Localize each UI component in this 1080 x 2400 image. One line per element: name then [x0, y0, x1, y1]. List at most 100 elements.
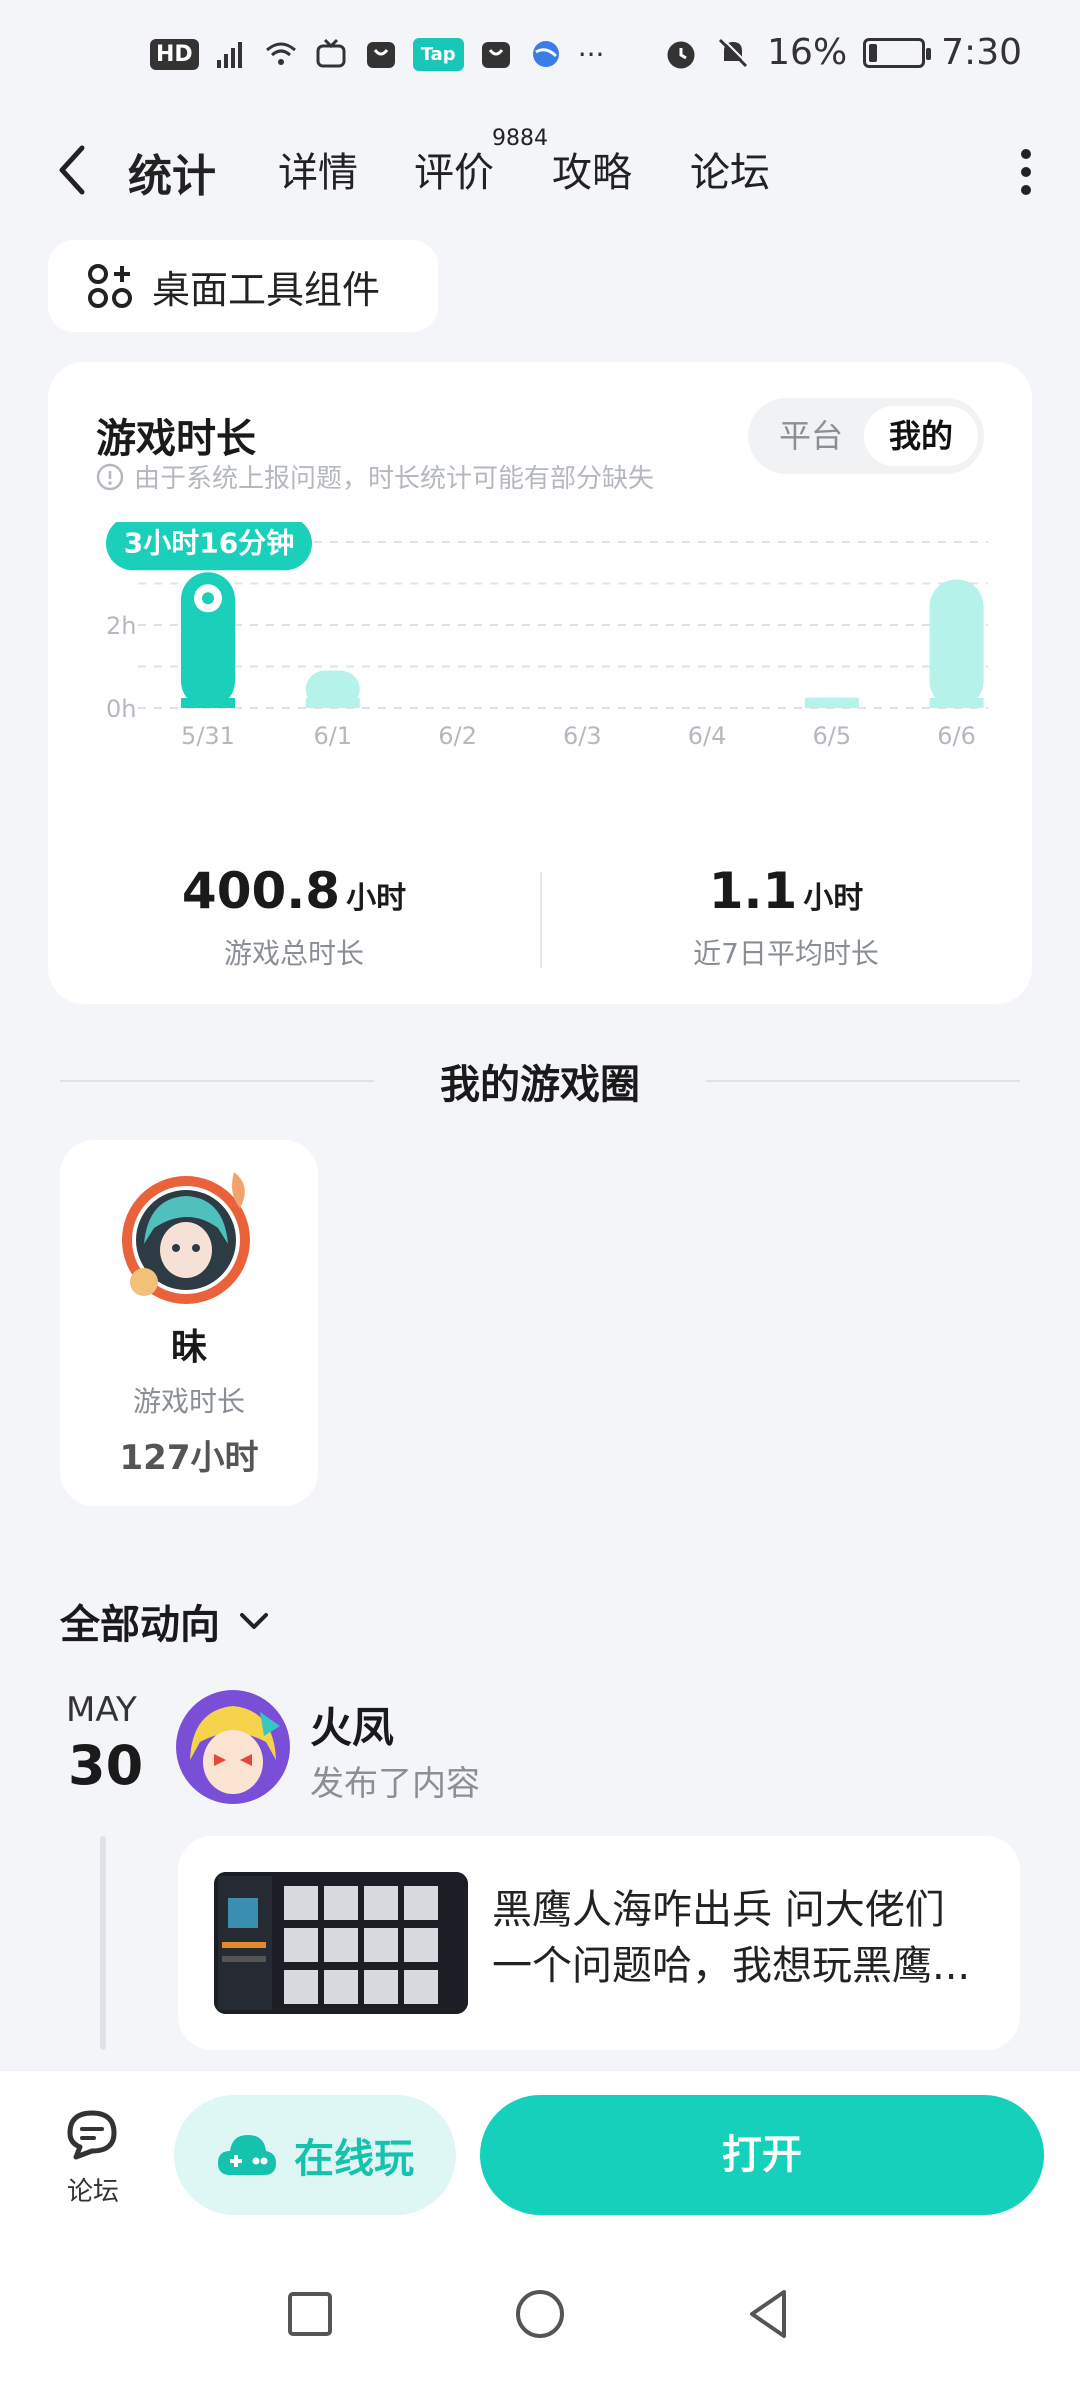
chart-x-tick-label: 6/3	[563, 722, 602, 750]
timeline-line	[100, 1836, 106, 2050]
average-playtime-value: 1.1	[708, 862, 798, 920]
recent-apps-icon[interactable]	[280, 2284, 340, 2344]
tab-label: 攻略	[552, 150, 632, 196]
feed-username[interactable]: 火凤	[310, 1694, 394, 1755]
toggle-mine[interactable]: 我的	[864, 406, 978, 466]
cloud-gamepad-icon	[218, 2135, 276, 2175]
chart-x-tick-label: 5/31	[181, 722, 235, 750]
alarm-icon	[667, 41, 695, 68]
mute-bell-icon	[719, 36, 749, 67]
tab-guides[interactable]: 攻略	[552, 140, 632, 198]
tab-details[interactable]: 详情	[278, 140, 358, 198]
toggle-platform[interactable]: 平台	[754, 406, 868, 466]
game-circle-header: 我的游戏圈	[60, 1052, 1020, 1108]
tab-label: 统计	[128, 151, 216, 202]
back-arrow-icon[interactable]	[50, 140, 94, 200]
chart-x-tick-label: 6/6	[937, 722, 976, 750]
circle-member-card[interactable]: 昧 游戏时长 127小时	[60, 1140, 318, 1506]
activity-filter-dropdown[interactable]: 全部动向	[60, 1592, 272, 1650]
shopping-bag-icon	[366, 42, 395, 68]
chart-x-tick-label: 6/5	[813, 722, 852, 750]
feed-action-text: 发布了内容	[310, 1764, 480, 1804]
wifi-icon	[265, 42, 296, 65]
chart-y-tick-label: 2h	[106, 612, 136, 640]
more-notifications-icon: ···	[577, 37, 605, 71]
tab-label: 论坛	[690, 150, 770, 196]
chart-tooltip-label: 3小时16分钟	[124, 526, 294, 559]
system-navigation-bar	[0, 2250, 1080, 2400]
chart-bar-base	[804, 698, 859, 708]
chart-bar-base	[305, 698, 360, 708]
post-excerpt-line: 一个问题哈，我想玩黑鹰...	[492, 1943, 971, 1989]
info-icon	[96, 463, 124, 490]
member-avatar	[122, 1172, 250, 1304]
playtime-scope-toggle: 平台 我的	[748, 398, 984, 474]
feed-user-avatar[interactable]	[176, 1690, 290, 1804]
tab-label: 详情	[278, 150, 358, 196]
forum-button[interactable]: 论坛	[54, 2107, 132, 2208]
tab-forum[interactable]: 论坛	[690, 140, 770, 198]
playtime-bar-chart: 0h2h43小时16分钟5/316/16/26/36/46/56/6	[106, 522, 988, 750]
average-playtime-label: 近7日平均时长	[693, 937, 879, 970]
top-navigation: 统计 详情 评价 9884 攻略 论坛	[0, 120, 1080, 220]
tap-app-icon: Tap	[412, 37, 464, 71]
chart-bar-base	[181, 698, 235, 708]
bottom-action-bar: 论坛 在线玩 打开	[0, 2070, 1080, 2250]
globe-icon	[532, 41, 559, 67]
status-bar: HD Tap ··· 16% 7:30	[0, 0, 1080, 110]
chart-x-tick-label: 6/1	[313, 722, 352, 750]
back-triangle-icon[interactable]	[740, 2284, 800, 2344]
post-excerpt-line: 黑鹰人海咋出兵 问大佬们	[492, 1887, 945, 1933]
total-playtime-label: 游戏总时长	[223, 937, 364, 970]
forum-label: 论坛	[66, 2177, 119, 2207]
widget-grid-icon	[88, 264, 132, 308]
total-playtime-value: 400.8	[181, 862, 341, 920]
total-playtime-unit: 小时	[346, 881, 407, 916]
play-online-button[interactable]: 在线玩	[174, 2095, 456, 2215]
review-count-badge: 9884	[492, 126, 548, 151]
average-playtime-unit: 小时	[803, 881, 864, 916]
signal-icon	[216, 42, 242, 68]
chart-x-tick-label: 6/4	[688, 722, 727, 750]
playtime-stats: 400.8 小时 游戏总时长 1.1 小时 近7日平均时长	[48, 862, 1032, 972]
tab-label: 评价	[414, 150, 494, 196]
note-text: 由于系统上报问题，时长统计可能有部分缺失	[134, 464, 655, 494]
activity-filter-label: 全部动向	[60, 1602, 220, 1648]
chevron-down-icon	[240, 1613, 268, 1629]
app-screen: HD Tap ··· 16% 7:30 统计 详情 评价 9884 攻略 论坛 …	[0, 0, 1080, 2400]
clock: 7:30	[941, 32, 1022, 73]
battery-icon	[863, 37, 932, 68]
tab-reviews[interactable]: 评价 9884	[414, 126, 548, 198]
desktop-widget-button[interactable]: 桌面工具组件	[48, 240, 438, 332]
battery-percent: 16%	[767, 32, 848, 73]
open-game-button[interactable]: 打开	[480, 2095, 1044, 2215]
chart-y-tick-label: 0h	[106, 695, 136, 723]
divider-line	[706, 1080, 1020, 1082]
playtime-note: 由于系统上报问题，时长统计可能有部分缺失	[96, 458, 654, 495]
hd-indicator: HD	[150, 38, 199, 70]
feed-date-day: 30	[68, 1734, 144, 1797]
tv-icon	[316, 38, 346, 68]
member-playtime-hours: 127小时	[119, 1438, 259, 1478]
member-playtime-label: 游戏时长	[132, 1385, 245, 1418]
feed-date-month: MAY	[66, 1690, 137, 1730]
widget-label: 桌面工具组件	[152, 267, 381, 312]
post-excerpt: 黑鹰人海咋出兵 问大佬们 一个问题哈，我想玩黑鹰...	[492, 1882, 992, 2000]
member-name: 昧	[170, 1327, 207, 1368]
chart-bar	[929, 579, 984, 708]
chart-bar-base	[929, 698, 984, 708]
playtime-card: 游戏时长 由于系统上报问题，时长统计可能有部分缺失 平台 我的 0h2h43小时…	[48, 362, 1032, 1004]
play-online-label: 在线玩	[294, 2136, 414, 2182]
more-vertical-icon[interactable]	[1020, 148, 1032, 196]
forum-chat-icon	[67, 2110, 117, 2160]
playtime-title: 游戏时长	[96, 416, 256, 462]
post-card[interactable]: 黑鹰人海咋出兵 问大佬们 一个问题哈，我想玩黑鹰...	[178, 1836, 1020, 2050]
shopping-bag-icon	[481, 42, 510, 68]
home-icon[interactable]	[510, 2284, 570, 2344]
average-playtime-stat: 1.1 小时 近7日平均时长	[540, 862, 1032, 972]
post-thumbnail	[214, 1872, 468, 2014]
total-playtime-stat: 400.8 小时 游戏总时长	[48, 862, 540, 972]
chart-bar-marker-dot	[202, 592, 214, 605]
chart-x-tick-label: 6/2	[438, 722, 477, 750]
tab-stats[interactable]: 统计	[124, 140, 220, 208]
